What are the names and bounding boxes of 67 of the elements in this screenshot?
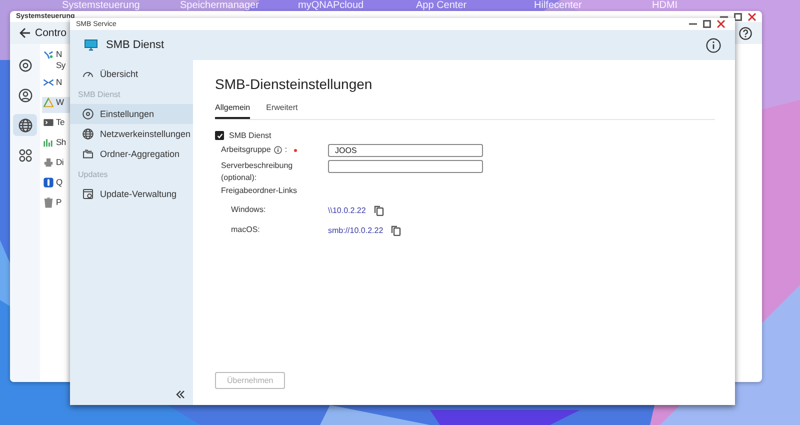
terminal-icon — [43, 117, 54, 128]
maximize-icon[interactable] — [703, 20, 711, 28]
settings-item[interactable]: P — [42, 197, 70, 213]
item-label: Sy — [56, 60, 66, 71]
colon: : — [284, 144, 288, 156]
help-icon[interactable] — [739, 26, 752, 40]
tab[interactable]: Allgemein — [215, 100, 250, 119]
monitor-icon — [84, 39, 98, 51]
input-field[interactable] — [328, 160, 483, 173]
user-icon — [18, 88, 32, 102]
item-label: W — [56, 97, 64, 108]
checkbox[interactable] — [215, 131, 224, 140]
page-heading: Contro — [35, 27, 68, 39]
folders-icon — [82, 148, 94, 160]
settings-item[interactable]: Sh — [42, 137, 70, 153]
triangle-icon — [43, 97, 54, 108]
copy-icon[interactable] — [374, 205, 384, 216]
share-link[interactable]: smb://10.0.2.22 — [328, 226, 384, 235]
printer-icon — [43, 157, 54, 168]
field-label: Arbeitsgruppe — [221, 144, 271, 156]
section-label: SMB Dienst — [78, 90, 120, 98]
apps-icon — [18, 148, 32, 162]
sidebar-item[interactable]: Netzwerkeinstellungen — [70, 124, 193, 144]
tab[interactable]: Erweitert — [266, 100, 298, 119]
input-field[interactable]: JOOS — [328, 144, 483, 157]
page-heading: SMB-Diensteinstellungen — [215, 76, 374, 92]
info-icon[interactable] — [706, 38, 721, 52]
item-label: N — [56, 77, 62, 88]
close-icon[interactable] — [748, 12, 756, 20]
checkbox-label: SMB Dienst — [229, 131, 272, 140]
back-arrow-icon[interactable] — [19, 27, 31, 39]
sidebar-item[interactable]: Einstellungen — [70, 104, 193, 124]
info-icon[interactable] — [274, 146, 282, 154]
arrows-icon — [43, 77, 54, 88]
maximize-icon[interactable] — [734, 12, 742, 20]
link-label: Windows: — [231, 205, 267, 216]
item-label: Q — [56, 177, 62, 188]
sidebar-item[interactable]: Update-Verwaltung — [70, 184, 193, 204]
bar-chart-icon — [43, 137, 54, 148]
sidebar-item[interactable]: Ordner-Aggregation — [70, 144, 193, 164]
link-label: macOS: — [231, 225, 261, 236]
item-label: P — [56, 197, 62, 208]
share-link[interactable]: \\10.0.2.22 — [328, 206, 366, 215]
settings-item[interactable]: Q — [42, 177, 70, 193]
item-label: N — [56, 49, 63, 60]
copy-icon[interactable] — [391, 225, 402, 236]
app-name: SMB Dienst — [106, 39, 166, 51]
item-label: Di — [56, 157, 64, 168]
network-icon — [43, 49, 54, 60]
globe-icon — [18, 118, 32, 132]
sidebar-item[interactable]: Übersicht — [70, 64, 193, 84]
item-label: Te — [56, 117, 64, 128]
item-label: Sh — [56, 137, 66, 148]
settings-item[interactable]: Te — [42, 117, 70, 133]
settings-item[interactable]: Di — [42, 157, 70, 173]
section-label: Updates — [78, 170, 108, 178]
app-icon — [43, 177, 54, 188]
section-label: Freigabeordner-Links — [221, 186, 298, 195]
close-icon[interactable] — [717, 20, 725, 28]
settings-item[interactable]: N — [42, 77, 70, 93]
settings-item[interactable]: N Sy — [42, 49, 70, 73]
nav-button[interactable] — [13, 114, 37, 136]
trash-icon — [43, 197, 54, 208]
field-label: Serverbeschreibung (optional): — [221, 160, 294, 184]
globe-icon — [82, 128, 94, 140]
collapse-icon[interactable] — [176, 390, 185, 399]
settings-item[interactable]: W — [42, 97, 70, 113]
